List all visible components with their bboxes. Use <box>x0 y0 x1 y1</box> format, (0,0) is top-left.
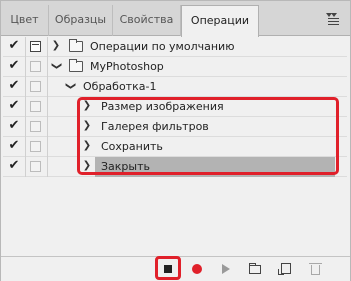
new-set-folder-icon[interactable] <box>246 260 264 278</box>
checkmark-icon[interactable]: ✔ <box>7 139 21 153</box>
dialog-toggle-icon[interactable] <box>30 61 41 72</box>
set-name-default: Операции по умолчанию <box>90 40 235 53</box>
list-item-action[interactable]: ✔ ❯ Обработка-1 <box>3 77 347 97</box>
actions-panel: Цвет Образцы Свойства Операции ✔ ❯ Опера… <box>0 0 351 281</box>
tab-properties[interactable]: Свойства <box>113 5 181 36</box>
checkmark-icon[interactable]: ✔ <box>7 99 21 113</box>
folder-icon <box>69 39 83 52</box>
list-item-set-custom[interactable]: ✔ ❯ MyPhotoshop <box>3 57 347 77</box>
folder-icon <box>69 59 83 72</box>
chevron-down-icon[interactable]: ❯ <box>65 81 76 91</box>
checkmark-icon[interactable]: ✔ <box>7 39 21 53</box>
tab-bar: Цвет Образцы Свойства Операции <box>1 1 350 37</box>
tab-swatches[interactable]: Образцы <box>49 5 113 36</box>
record-icon[interactable] <box>188 260 206 278</box>
panel-menu-icon[interactable] <box>326 13 340 25</box>
chevron-right-icon[interactable]: ❯ <box>51 41 61 51</box>
checkmark-icon[interactable]: ✔ <box>7 119 21 133</box>
new-action-icon[interactable] <box>277 260 295 278</box>
set-name-custom: MyPhotoshop <box>90 60 164 73</box>
steps-callout-frame <box>77 97 339 175</box>
dialog-toggle-icon[interactable] <box>30 121 41 132</box>
tab-actions[interactable]: Операции <box>181 5 259 37</box>
dialog-toggle-icon[interactable] <box>30 81 41 92</box>
chevron-down-icon[interactable]: ❯ <box>51 61 62 71</box>
list-item-set-default[interactable]: ✔ ❯ Операции по умолчанию <box>3 37 347 57</box>
stop-callout-frame <box>155 256 181 280</box>
checkmark-icon[interactable]: ✔ <box>7 79 21 93</box>
dialog-toggle-icon[interactable] <box>30 161 41 172</box>
checkmark-icon[interactable]: ✔ <box>7 59 21 73</box>
action-name: Обработка-1 <box>83 80 157 93</box>
tab-color[interactable]: Цвет <box>1 5 49 36</box>
checkmark-icon[interactable]: ✔ <box>7 159 21 173</box>
dialog-toggle-icon[interactable] <box>30 101 41 112</box>
trash-icon[interactable] <box>306 260 324 278</box>
play-icon[interactable] <box>217 260 235 278</box>
dialog-toggle-icon[interactable] <box>30 41 41 52</box>
dialog-toggle-icon[interactable] <box>30 141 41 152</box>
